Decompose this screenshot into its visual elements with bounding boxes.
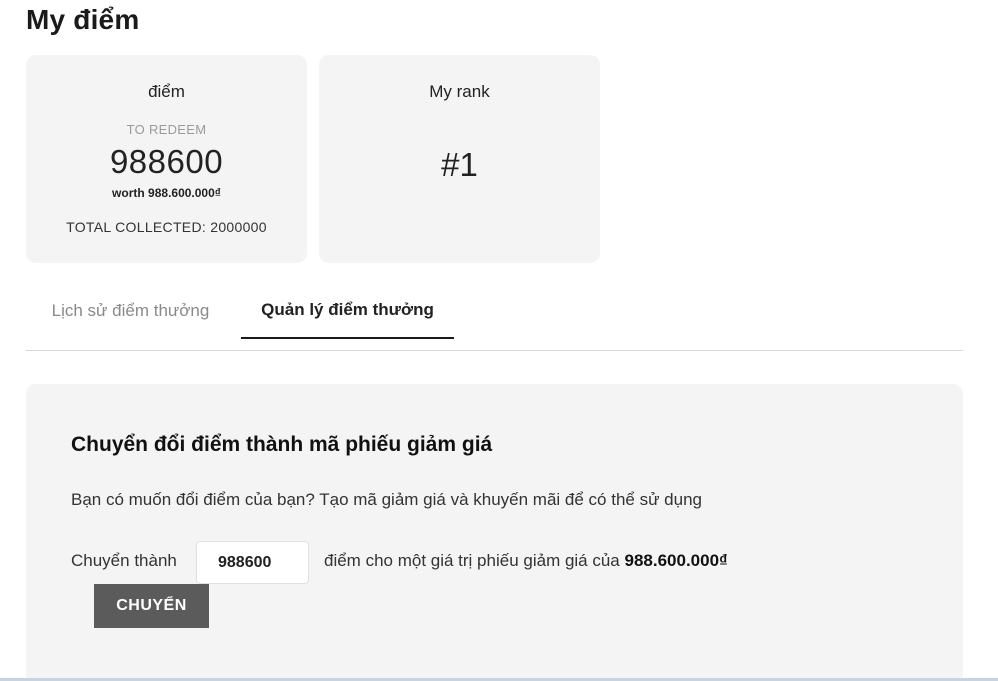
points-card-title: điểm — [148, 82, 185, 101]
total-collected: TOTAL COLLECTED: 2000000 — [66, 219, 267, 235]
convert-prefix-label: Chuyển thành — [71, 551, 177, 570]
rank-card-title: My rank — [429, 82, 490, 101]
voucher-amount: 988.600.000₫ — [624, 551, 728, 570]
points-amount-input[interactable] — [196, 541, 309, 584]
tab-points-history[interactable]: Lịch sử điểm thưởng — [26, 283, 235, 339]
to-redeem-label: TO REDEEM — [126, 122, 207, 137]
points-card: điểm TO REDEEM 988600 worth 988.600.000₫… — [26, 55, 307, 263]
convert-suffix-label: điểm cho một giá trị phiếu giảm giá của — [324, 551, 625, 570]
convert-title: Chuyển đổi điểm thành mã phiếu giảm giá — [71, 433, 493, 456]
rank-card: My rank #1 — [319, 55, 600, 263]
page-title: My điểm — [26, 4, 140, 35]
convert-panel: Chuyển đổi điểm thành mã phiếu giảm giá … — [26, 384, 963, 681]
convert-suffix-text: điểm cho một giá trị phiếu giảm giá của … — [324, 551, 728, 571]
convert-button[interactable]: CHUYỂN — [94, 584, 209, 628]
rank-value: #1 — [441, 146, 478, 183]
points-worth: worth 988.600.000₫ — [112, 186, 221, 200]
tab-bar: Lịch sử điểm thưởng Quản lý điểm thưởng — [26, 283, 963, 351]
points-value: 988600 — [109, 143, 224, 180]
convert-description: Bạn có muốn đổi điểm của bạn? Tạo mã giả… — [71, 490, 703, 509]
tab-points-management[interactable]: Quản lý điểm thưởng — [241, 283, 454, 339]
